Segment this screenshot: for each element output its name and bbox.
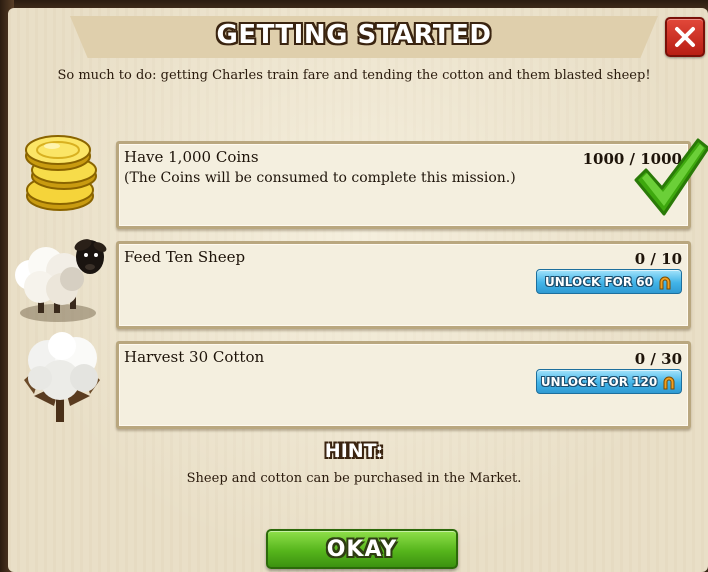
sheep-icon	[15, 239, 107, 322]
coins-icon	[25, 135, 97, 211]
unlock-button-sheep[interactable]: UNLOCK FOR 60	[536, 269, 682, 294]
close-icon	[675, 27, 695, 47]
task-note: (The Coins will be consumed to complete …	[124, 170, 516, 186]
dialog-title: GETTING STARTED	[216, 20, 492, 50]
unlock-label: UNLOCK FOR 120	[540, 374, 658, 389]
dialog-subtitle: So much to do: getting Charles train far…	[57, 68, 651, 83]
task-label: Harvest 30 Cotton	[124, 348, 265, 366]
task-label: Have 1,000 Coins	[124, 148, 259, 166]
hint-text: Sheep and cotton can be purchased in the…	[186, 471, 522, 486]
mission-task-coins: Have 1,000 Coins (The Coins will be cons…	[116, 141, 691, 229]
horseshoe-icon	[659, 276, 671, 289]
cotton-icon	[24, 332, 100, 422]
checkmark-icon	[634, 138, 708, 216]
close-button[interactable]	[665, 17, 705, 57]
task-label: Feed Ten Sheep	[124, 248, 246, 266]
task-progress: 0 / 30	[634, 350, 682, 368]
mission-task-sheep: Feed Ten Sheep 0 / 10 UNLOCK FOR 60	[116, 241, 691, 329]
unlock-button-cotton[interactable]: UNLOCK FOR 120	[536, 369, 682, 394]
horseshoe-icon	[663, 376, 675, 389]
task-progress: 0 / 10	[634, 250, 682, 268]
okay-button[interactable]: OKAY	[266, 529, 458, 569]
hint-title: HINT:	[324, 440, 384, 462]
mission-task-cotton: Harvest 30 Cotton 0 / 30 UNLOCK FOR 120	[116, 341, 691, 429]
unlock-label: UNLOCK FOR 60	[544, 274, 653, 289]
